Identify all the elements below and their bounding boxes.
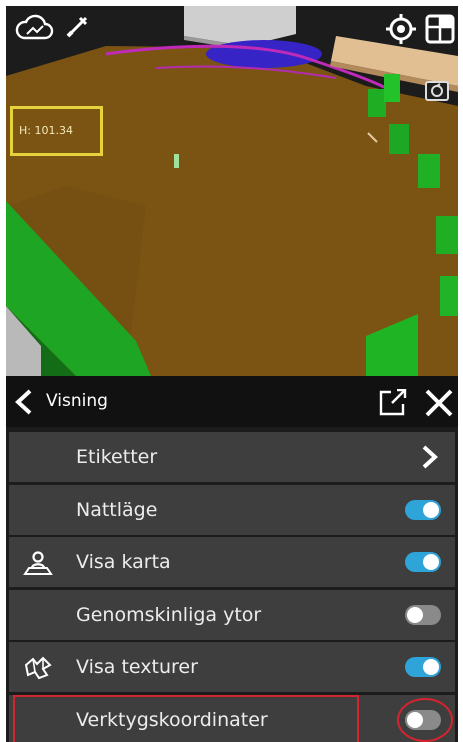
toggle-visa-karta[interactable] xyxy=(405,552,441,572)
popout-icon[interactable] xyxy=(378,388,408,421)
row-nattlage[interactable]: Nattläge xyxy=(9,484,455,535)
app-frame: H: 101.34 Visning Etiketter Nattläge Vis… xyxy=(6,6,458,742)
height-readout: H: 101.34 xyxy=(10,106,103,156)
height-readout-text: H: 101.34 xyxy=(19,124,73,137)
row-visa-texturer[interactable]: Visa texturer xyxy=(9,642,455,692)
map-person-icon xyxy=(23,550,53,580)
3d-scene xyxy=(6,6,458,376)
toggle-knob xyxy=(423,659,439,675)
toggle-nattlage[interactable] xyxy=(405,499,441,520)
row-label: Etiketter xyxy=(76,446,158,468)
close-icon[interactable] xyxy=(424,388,454,422)
toggle-knob xyxy=(423,501,439,518)
cloud-icon[interactable] xyxy=(14,14,54,42)
back-chevron-icon[interactable] xyxy=(12,388,38,420)
row-label: Genomskinliga ytor xyxy=(76,603,262,626)
toggle-knob xyxy=(407,711,423,728)
toggle-visa-texturer[interactable] xyxy=(405,657,441,677)
settings-list: Etiketter Nattläge Visa karta Genomskinl… xyxy=(6,432,458,742)
panel-title: Visning xyxy=(46,391,108,411)
layers-icon[interactable] xyxy=(424,12,456,46)
row-visa-karta[interactable]: Visa karta xyxy=(9,537,455,587)
toggle-knob xyxy=(423,554,439,570)
row-label: Nattläge xyxy=(76,498,158,521)
toggle-genomskinliga-ytor[interactable] xyxy=(405,604,441,625)
row-etiketter[interactable]: Etiketter xyxy=(9,432,455,482)
settings-panel: Visning Etiketter Nattläge Visa karta Ge… xyxy=(6,376,458,742)
crossed-tool-icon[interactable] xyxy=(62,12,92,42)
chevron-right-icon[interactable] xyxy=(421,444,439,474)
texture-icon xyxy=(23,655,53,685)
camera-rotate-icon[interactable] xyxy=(424,78,450,104)
row-label: Visa karta xyxy=(76,551,171,573)
3d-viewport[interactable]: H: 101.34 xyxy=(6,6,458,376)
row-verktygskoordinater[interactable]: Verktygskoordinater xyxy=(9,694,455,742)
toggle-verktygskoordinater[interactable] xyxy=(405,709,441,730)
toggle-knob xyxy=(407,606,423,623)
row-label: Verktygskoordinater xyxy=(76,708,268,731)
locate-crosshair-icon[interactable] xyxy=(384,12,418,46)
row-genomskinliga-ytor[interactable]: Genomskinliga ytor xyxy=(9,589,455,640)
row-label: Visa texturer xyxy=(76,656,198,678)
panel-header: Visning xyxy=(6,376,458,427)
